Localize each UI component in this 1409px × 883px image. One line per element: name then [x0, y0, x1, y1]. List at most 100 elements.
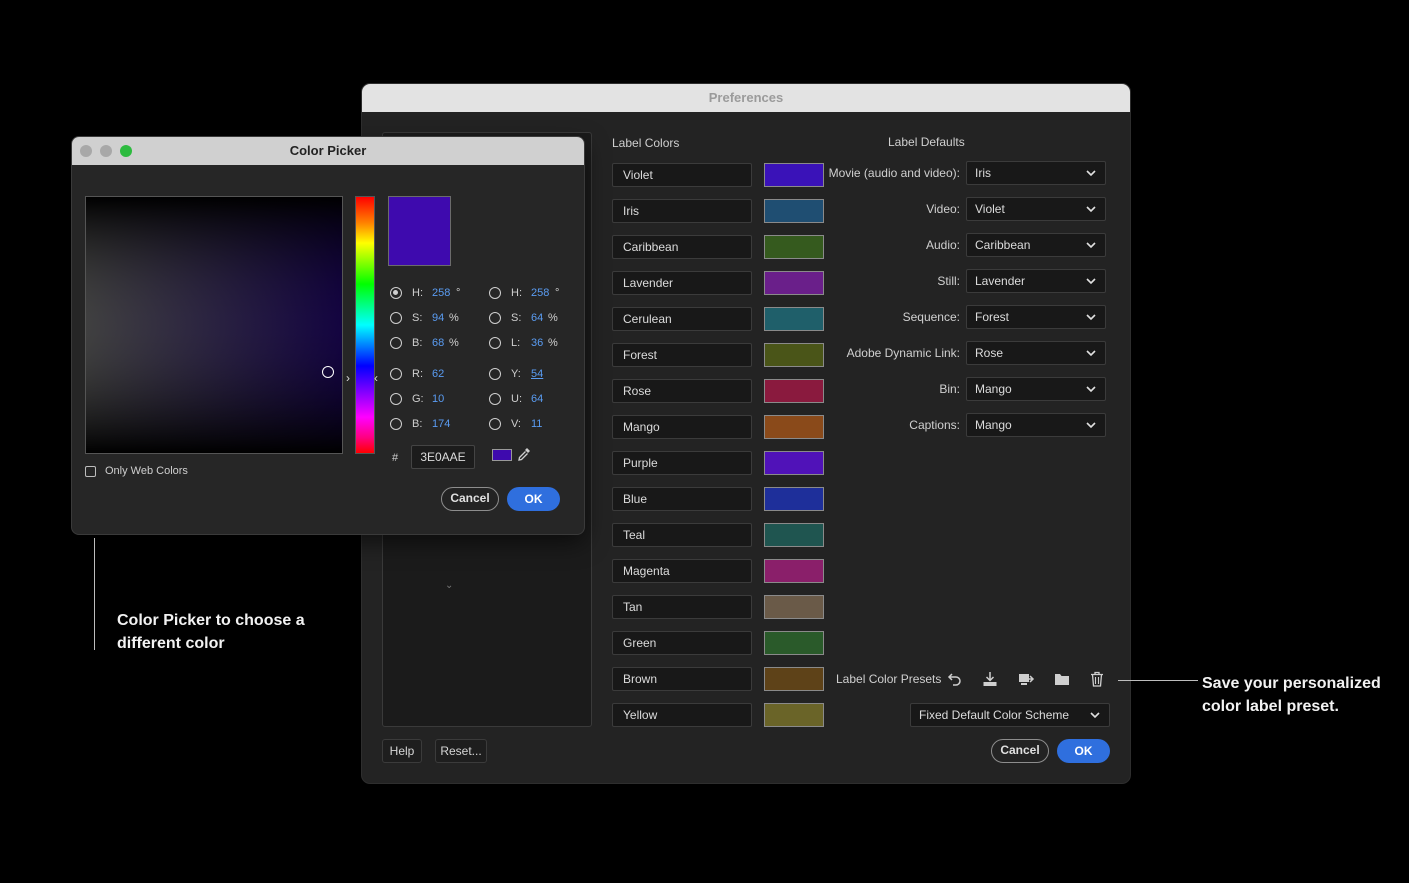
trash-icon[interactable]: [1088, 670, 1106, 688]
label-color-name-input[interactable]: Blue: [612, 487, 752, 511]
rgb-value-input[interactable]: 10: [432, 392, 444, 407]
rgb-radio[interactable]: [390, 368, 402, 380]
preferences-ok-button[interactable]: OK: [1057, 739, 1110, 763]
label-color-name-input[interactable]: Teal: [612, 523, 752, 547]
label-color-name-input[interactable]: Caribbean: [612, 235, 752, 259]
label-color-row: Cerulean: [612, 307, 824, 331]
hsl-value-input[interactable]: 64: [531, 311, 543, 326]
label-color-swatch[interactable]: [764, 667, 824, 691]
label-color-swatch[interactable]: [764, 559, 824, 583]
hsl-value-input[interactable]: 36: [531, 336, 543, 351]
hex-input[interactable]: 3E0AAE: [411, 445, 475, 469]
hsl-value-input[interactable]: 258: [531, 286, 549, 301]
hue-slider-right-arrow-icon[interactable]: ‹: [374, 371, 378, 385]
yuv-value-input[interactable]: 54: [531, 367, 543, 382]
label-color-name-input[interactable]: Lavender: [612, 271, 752, 295]
reset-button[interactable]: Reset...: [435, 739, 487, 763]
label-color-swatch[interactable]: [764, 451, 824, 475]
yuv-value-input[interactable]: 64: [531, 392, 543, 407]
yuv-radio[interactable]: [489, 393, 501, 405]
label-color-swatch[interactable]: [764, 343, 824, 367]
picker-ok-button[interactable]: OK: [507, 487, 560, 511]
yuv-radio[interactable]: [489, 418, 501, 430]
help-button[interactable]: Help: [382, 739, 422, 763]
folder-icon[interactable]: [1053, 670, 1071, 688]
label-color-swatch[interactable]: [764, 271, 824, 295]
label-default-select[interactable]: Iris: [966, 161, 1106, 185]
only-web-colors-checkbox[interactable]: [85, 466, 96, 477]
hsl-unit: °: [555, 287, 560, 299]
label-color-name-input[interactable]: Mango: [612, 415, 752, 439]
preferences-title: Preferences: [362, 84, 1130, 112]
label-color-name-input[interactable]: Magenta: [612, 559, 752, 583]
label-color-name-input[interactable]: Forest: [612, 343, 752, 367]
hsb-radio[interactable]: [390, 337, 402, 349]
label-color-name-input[interactable]: Iris: [612, 199, 752, 223]
label-color-swatch[interactable]: [764, 415, 824, 439]
hsb-value-input[interactable]: 94: [432, 311, 444, 326]
hsb-radio[interactable]: [390, 287, 402, 299]
label-default-row: Audio: Caribbean: [832, 233, 1107, 257]
label-color-swatch[interactable]: [764, 487, 824, 511]
minimize-window-icon[interactable]: [100, 145, 112, 157]
yuv-radio[interactable]: [489, 368, 501, 380]
chevron-down-icon: [1086, 242, 1096, 249]
rgb-radio[interactable]: [390, 418, 402, 430]
label-color-name-input[interactable]: Cerulean: [612, 307, 752, 331]
label-default-value: Lavender: [975, 274, 1026, 288]
rgb-value-input[interactable]: 62: [432, 367, 444, 382]
label-default-select[interactable]: Lavender: [966, 269, 1106, 293]
rgb-radio[interactable]: [390, 393, 402, 405]
label-color-swatch[interactable]: [764, 307, 824, 331]
rgb-label: R:: [412, 368, 423, 380]
preferences-cancel-button[interactable]: Cancel: [991, 739, 1049, 763]
saturation-brightness-field[interactable]: [85, 196, 343, 454]
label-default-select[interactable]: Forest: [966, 305, 1106, 329]
undo-icon[interactable]: [946, 670, 964, 688]
label-color-name-input[interactable]: Green: [612, 631, 752, 655]
label-default-row: Bin: Mango: [832, 377, 1107, 401]
close-window-icon[interactable]: [80, 145, 92, 157]
hsb-label: S:: [412, 312, 423, 324]
label-color-swatch[interactable]: [764, 631, 824, 655]
hsb-value-input[interactable]: 258: [432, 286, 450, 301]
picker-cancel-button[interactable]: Cancel: [441, 487, 499, 511]
label-default-select[interactable]: Mango: [966, 377, 1106, 401]
label-color-swatch[interactable]: [764, 703, 824, 727]
hue-slider-left-arrow-icon[interactable]: ›: [346, 371, 350, 385]
label-color-name-input[interactable]: Yellow: [612, 703, 752, 727]
label-default-select[interactable]: Mango: [966, 413, 1106, 437]
label-color-swatch[interactable]: [764, 199, 824, 223]
yuv-field-2: V: 11: [489, 417, 569, 433]
label-color-name-input[interactable]: Purple: [612, 451, 752, 475]
label-default-select[interactable]: Violet: [966, 197, 1106, 221]
eyedropper-icon[interactable]: [516, 446, 532, 462]
import-preset-icon[interactable]: [981, 670, 999, 688]
hsl-radio[interactable]: [489, 337, 501, 349]
chevron-down-icon: [1086, 278, 1096, 285]
hsl-radio[interactable]: [489, 312, 501, 324]
label-default-select[interactable]: Rose: [966, 341, 1106, 365]
color-scheme-select[interactable]: Fixed Default Color Scheme: [910, 703, 1110, 727]
label-color-swatch[interactable]: [764, 379, 824, 403]
hsl-radio[interactable]: [489, 287, 501, 299]
color-selection-marker[interactable]: [322, 366, 334, 378]
hue-slider[interactable]: [355, 196, 375, 454]
yuv-value-input[interactable]: 11: [531, 417, 542, 432]
label-color-swatch[interactable]: [764, 163, 824, 187]
label-default-select[interactable]: Caribbean: [966, 233, 1106, 257]
label-color-swatch[interactable]: [764, 235, 824, 259]
hsb-radio[interactable]: [390, 312, 402, 324]
label-color-name-input[interactable]: Rose: [612, 379, 752, 403]
label-color-swatch[interactable]: [764, 595, 824, 619]
hsb-label: B:: [412, 337, 423, 349]
label-color-row: Tan: [612, 595, 824, 619]
label-color-name-input[interactable]: Tan: [612, 595, 752, 619]
rgb-value-input[interactable]: 174: [432, 417, 450, 432]
label-color-name-input[interactable]: Brown: [612, 667, 752, 691]
zoom-window-icon[interactable]: [120, 145, 132, 157]
export-preset-icon[interactable]: [1017, 670, 1035, 688]
label-color-swatch[interactable]: [764, 523, 824, 547]
label-color-name-input[interactable]: Violet: [612, 163, 752, 187]
hsb-value-input[interactable]: 68: [432, 336, 444, 351]
